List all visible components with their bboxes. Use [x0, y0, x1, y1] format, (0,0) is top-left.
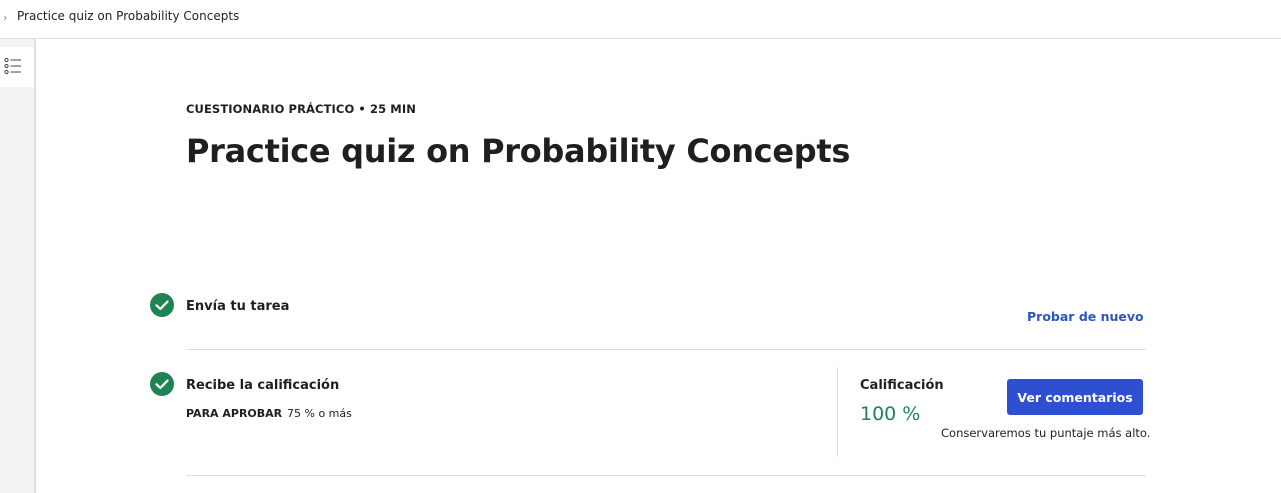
page-title: Practice quiz on Probability Concepts: [186, 132, 851, 170]
list-icon: [4, 57, 21, 75]
pass-requirement-value: 75 % o más: [287, 407, 352, 420]
pass-requirement-label: PARA APROBAR: [186, 407, 283, 420]
highest-score-note: Conservaremos tu puntaje más alto.: [941, 426, 1151, 440]
check-circle-icon: [150, 372, 174, 396]
view-feedback-button[interactable]: Ver comentarios: [1007, 379, 1143, 415]
step-grade-title: Recibe la calificación: [186, 378, 340, 393]
retry-link[interactable]: Probar de nuevo: [1027, 309, 1144, 324]
sidebar: [0, 39, 36, 493]
quiz-kicker: CUESTIONARIO PRÁCTICO • 25 MIN: [186, 102, 416, 116]
grade-label: Calificación: [860, 378, 944, 393]
grade-value: 100 %: [860, 403, 921, 425]
breadcrumb-item[interactable]: Practice quiz on Probability Concepts: [17, 9, 239, 23]
top-bar: › Practice quiz on Probability Concepts: [0, 0, 1281, 39]
section-divider: [186, 349, 1146, 350]
toc-toggle-button[interactable]: [0, 47, 34, 87]
step-submit-title: Envía tu tarea: [186, 299, 290, 314]
chevron-right-icon[interactable]: ›: [3, 11, 7, 24]
grade-panel-divider: [837, 367, 838, 457]
check-circle-icon: [150, 293, 174, 317]
section-divider: [186, 475, 1146, 476]
